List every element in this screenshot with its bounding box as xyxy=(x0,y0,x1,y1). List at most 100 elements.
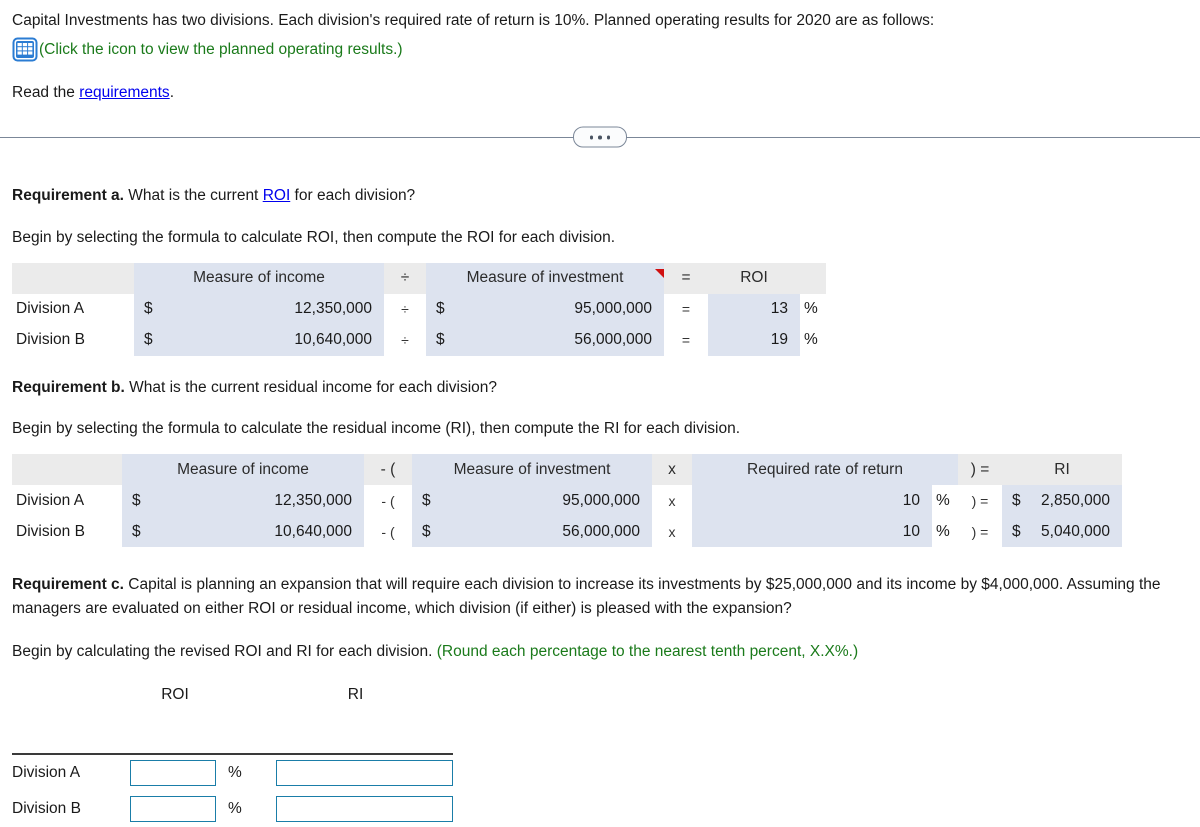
roi-percent-sign-b: % xyxy=(800,324,826,356)
requirement-b-label: Requirement b. xyxy=(12,378,125,396)
table-header-row: Measure of income ÷ Measure of investmen… xyxy=(12,262,826,294)
rate-percent-sign-b: % xyxy=(932,516,958,548)
operator-divide-b: ÷ xyxy=(384,324,426,356)
icon-note-line: (Click the icon to view the planned oper… xyxy=(12,37,1188,62)
investment-currency-b: $ xyxy=(412,516,456,548)
operator-equals-a: = xyxy=(664,293,708,325)
income-currency-a: $ xyxy=(134,293,182,325)
requirement-c-instruction-plain: Begin by calculating the revised ROI and… xyxy=(12,642,437,660)
comment-marker-wrapper: Measure of investment xyxy=(426,269,664,287)
requirement-c-question: Capital is planning an expansion that wi… xyxy=(12,576,1161,618)
dot-3 xyxy=(606,135,611,140)
ri-currency-a: $ xyxy=(1002,485,1032,517)
income-value-b: 10,640,000 xyxy=(166,516,364,548)
answers-row-label-division-a: Division A xyxy=(12,763,81,781)
ri-input-division-b[interactable] xyxy=(276,795,453,822)
roi-input-cell-a xyxy=(130,754,220,791)
answers-row-label-division-b: Division B xyxy=(12,799,81,817)
investment-currency-a: $ xyxy=(426,293,474,325)
worksheet-page: Capital Investments has two divisions. E… xyxy=(0,0,1200,827)
investment-currency-a: $ xyxy=(412,485,456,517)
operator-equals-b: = xyxy=(664,324,708,356)
roi-input-division-a[interactable] xyxy=(130,759,216,786)
icon-instruction-text: (Click the icon to view the planned oper… xyxy=(39,40,403,58)
table-row: Division A % xyxy=(12,754,453,791)
income-value-a: 12,350,000 xyxy=(182,293,384,325)
requirement-b-instruction: Begin by selecting the formula to calcul… xyxy=(12,420,741,438)
rule-cell-3 xyxy=(220,716,258,755)
investment-value-a: 95,000,000 xyxy=(474,293,664,325)
read-suffix: . xyxy=(169,84,174,102)
requirement-b-title: Requirement b. What is the current resid… xyxy=(12,376,1188,399)
ri-input-cell-b xyxy=(258,791,453,827)
header-measure-of-income: Measure of income xyxy=(122,454,364,486)
roi-glossary-link[interactable]: ROI xyxy=(263,187,291,204)
income-currency-b: $ xyxy=(122,516,166,548)
rate-value-b: 10 xyxy=(692,516,932,548)
requirement-b-section: Requirement b. What is the current resid… xyxy=(0,376,1200,441)
divider-ellipsis-button[interactable] xyxy=(573,126,627,148)
header-measure-of-investment: Measure of investment xyxy=(426,262,664,294)
row-label-division-b: Division B xyxy=(12,324,134,356)
operator-multiply-a: x xyxy=(652,485,692,517)
roi-formula-table: Measure of income ÷ Measure of investmen… xyxy=(12,262,826,356)
table-row: Division B % xyxy=(12,791,453,827)
ri-input-division-a[interactable] xyxy=(276,759,453,786)
ri-value-a: 2,850,000 xyxy=(1032,485,1122,517)
operator-close-equals-a: ) = xyxy=(958,485,1002,517)
header-pct-spacer xyxy=(800,262,826,294)
operator-divide-a: ÷ xyxy=(384,293,426,325)
intro-section: Capital Investments has two divisions. E… xyxy=(0,0,1200,102)
requirement-b-question: What is the current residual income for … xyxy=(124,378,498,396)
header-required-rate-of-return: Required rate of return xyxy=(692,454,958,486)
requirements-link[interactable]: requirements xyxy=(79,84,169,101)
header-measure-of-investment: Measure of investment xyxy=(412,454,652,486)
roi-percent-sign-a: % xyxy=(800,293,826,325)
table-row: Division B $ 10,640,000 ÷ $ 56,000,000 =… xyxy=(12,324,826,356)
rule-cell-4 xyxy=(258,716,453,755)
header-operator-divide: ÷ xyxy=(384,262,426,294)
rate-percent-sign-a: % xyxy=(932,485,958,517)
income-currency-b: $ xyxy=(134,324,182,356)
requirement-c-title: Requirement c. Capital is planning an ex… xyxy=(12,573,1188,621)
dot-1 xyxy=(589,135,594,140)
table-row: Division B $ 10,640,000 - ( $ 56,000,000… xyxy=(12,516,1122,548)
table-row: Division A $ 12,350,000 ÷ $ 95,000,000 =… xyxy=(12,293,826,325)
roi-input-division-b[interactable] xyxy=(130,795,216,822)
corner-cell xyxy=(12,262,134,294)
requirement-a-instruction: Begin by selecting the formula to calcul… xyxy=(12,228,616,246)
roi-percent-label-a: % xyxy=(228,763,242,781)
answers-header-rule xyxy=(12,716,453,755)
table-grid-icon[interactable] xyxy=(12,37,38,62)
investment-currency-b: $ xyxy=(426,324,474,356)
answers-header-spacer xyxy=(220,677,258,717)
requirement-a-q1: What is the current xyxy=(123,187,263,205)
requirement-a-title: Requirement a. What is the current ROI f… xyxy=(12,184,1188,207)
dot-2 xyxy=(598,135,602,140)
row-label-division-b: Division B xyxy=(12,516,122,548)
operator-multiply-b: x xyxy=(652,516,692,548)
investment-value-b: 56,000,000 xyxy=(474,324,664,356)
header-ri: RI xyxy=(1002,454,1122,486)
header-roi: ROI xyxy=(708,262,800,294)
header-operator-equals: = xyxy=(664,262,708,294)
income-value-a: 12,350,000 xyxy=(166,485,364,517)
answers-header-row: ROI RI xyxy=(12,677,453,717)
investment-value-b: 56,000,000 xyxy=(456,516,652,548)
requirement-c-label: Requirement c. xyxy=(12,576,124,594)
ri-value-b: 5,040,000 xyxy=(1032,516,1122,548)
requirement-a-label: Requirement a. xyxy=(12,187,124,205)
roi-percent-label-b: % xyxy=(228,799,242,817)
income-currency-a: $ xyxy=(122,485,166,517)
problem-statement: Capital Investments has two divisions. E… xyxy=(12,12,935,29)
rule-cell-1 xyxy=(12,716,130,755)
header-operator-multiply: x xyxy=(652,454,692,486)
revised-roi-ri-table: ROI RI Division A % Division B % xyxy=(12,677,453,827)
corner-cell xyxy=(12,454,122,486)
read-requirements-line: Read the requirements. xyxy=(12,84,1188,102)
ri-currency-b: $ xyxy=(1002,516,1032,548)
requirement-c-instruction: Begin by calculating the revised ROI and… xyxy=(12,640,1188,663)
header-measure-of-investment-label: Measure of investment xyxy=(466,269,624,287)
ri-input-cell-a xyxy=(258,754,453,791)
header-operator-close-equals: ) = xyxy=(958,454,1002,486)
